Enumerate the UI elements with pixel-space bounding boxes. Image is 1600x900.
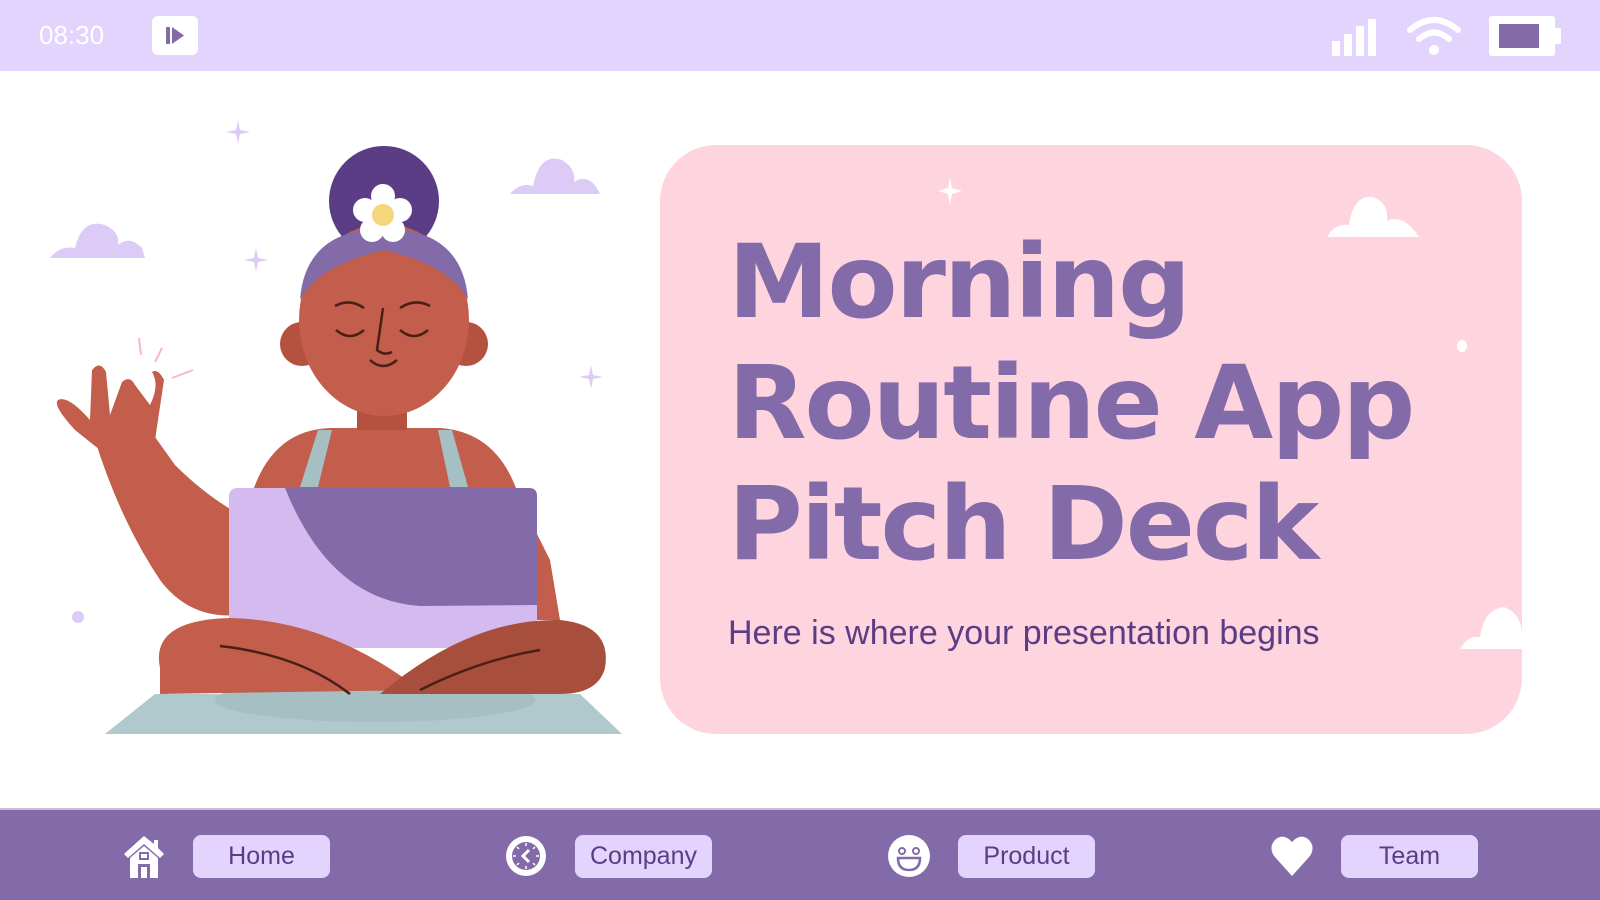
cloud-icon: [1460, 607, 1522, 649]
title-line: Pitch Deck: [728, 465, 1319, 584]
bottom-nav-bar: Home Company Product Team: [0, 808, 1600, 900]
sparkle-icon: [938, 177, 962, 205]
nav-button-company[interactable]: Company: [575, 835, 712, 878]
play-icon: [166, 27, 184, 44]
status-clock: 08:30: [39, 20, 105, 50]
battery-icon: [1489, 16, 1561, 56]
home-icon: [124, 836, 164, 878]
nav-button-team[interactable]: Team: [1341, 835, 1478, 878]
title-line: Morning: [728, 223, 1191, 342]
presentation-subtitle: Here is where your presentation begins: [728, 614, 1320, 652]
smiley-icon: [888, 835, 930, 877]
slide-screen: 08:30 Morning Routine App Pitch Deck Her…: [0, 0, 1600, 900]
meditating-woman-illustration: [50, 120, 622, 734]
wifi-icon: [1407, 17, 1461, 55]
status-bar: 08:30: [0, 0, 1600, 71]
presentation-title: Morning Routine App Pitch Deck: [728, 222, 1488, 585]
title-line: Routine App: [728, 344, 1415, 463]
clock-icon: [506, 836, 546, 876]
cloud-icon: [50, 158, 600, 258]
signal-icon: [1332, 19, 1376, 56]
nav-button-product[interactable]: Product: [958, 835, 1095, 878]
play-button[interactable]: [152, 16, 198, 55]
heart-icon: [1271, 836, 1313, 876]
nav-button-home[interactable]: Home: [193, 835, 330, 878]
